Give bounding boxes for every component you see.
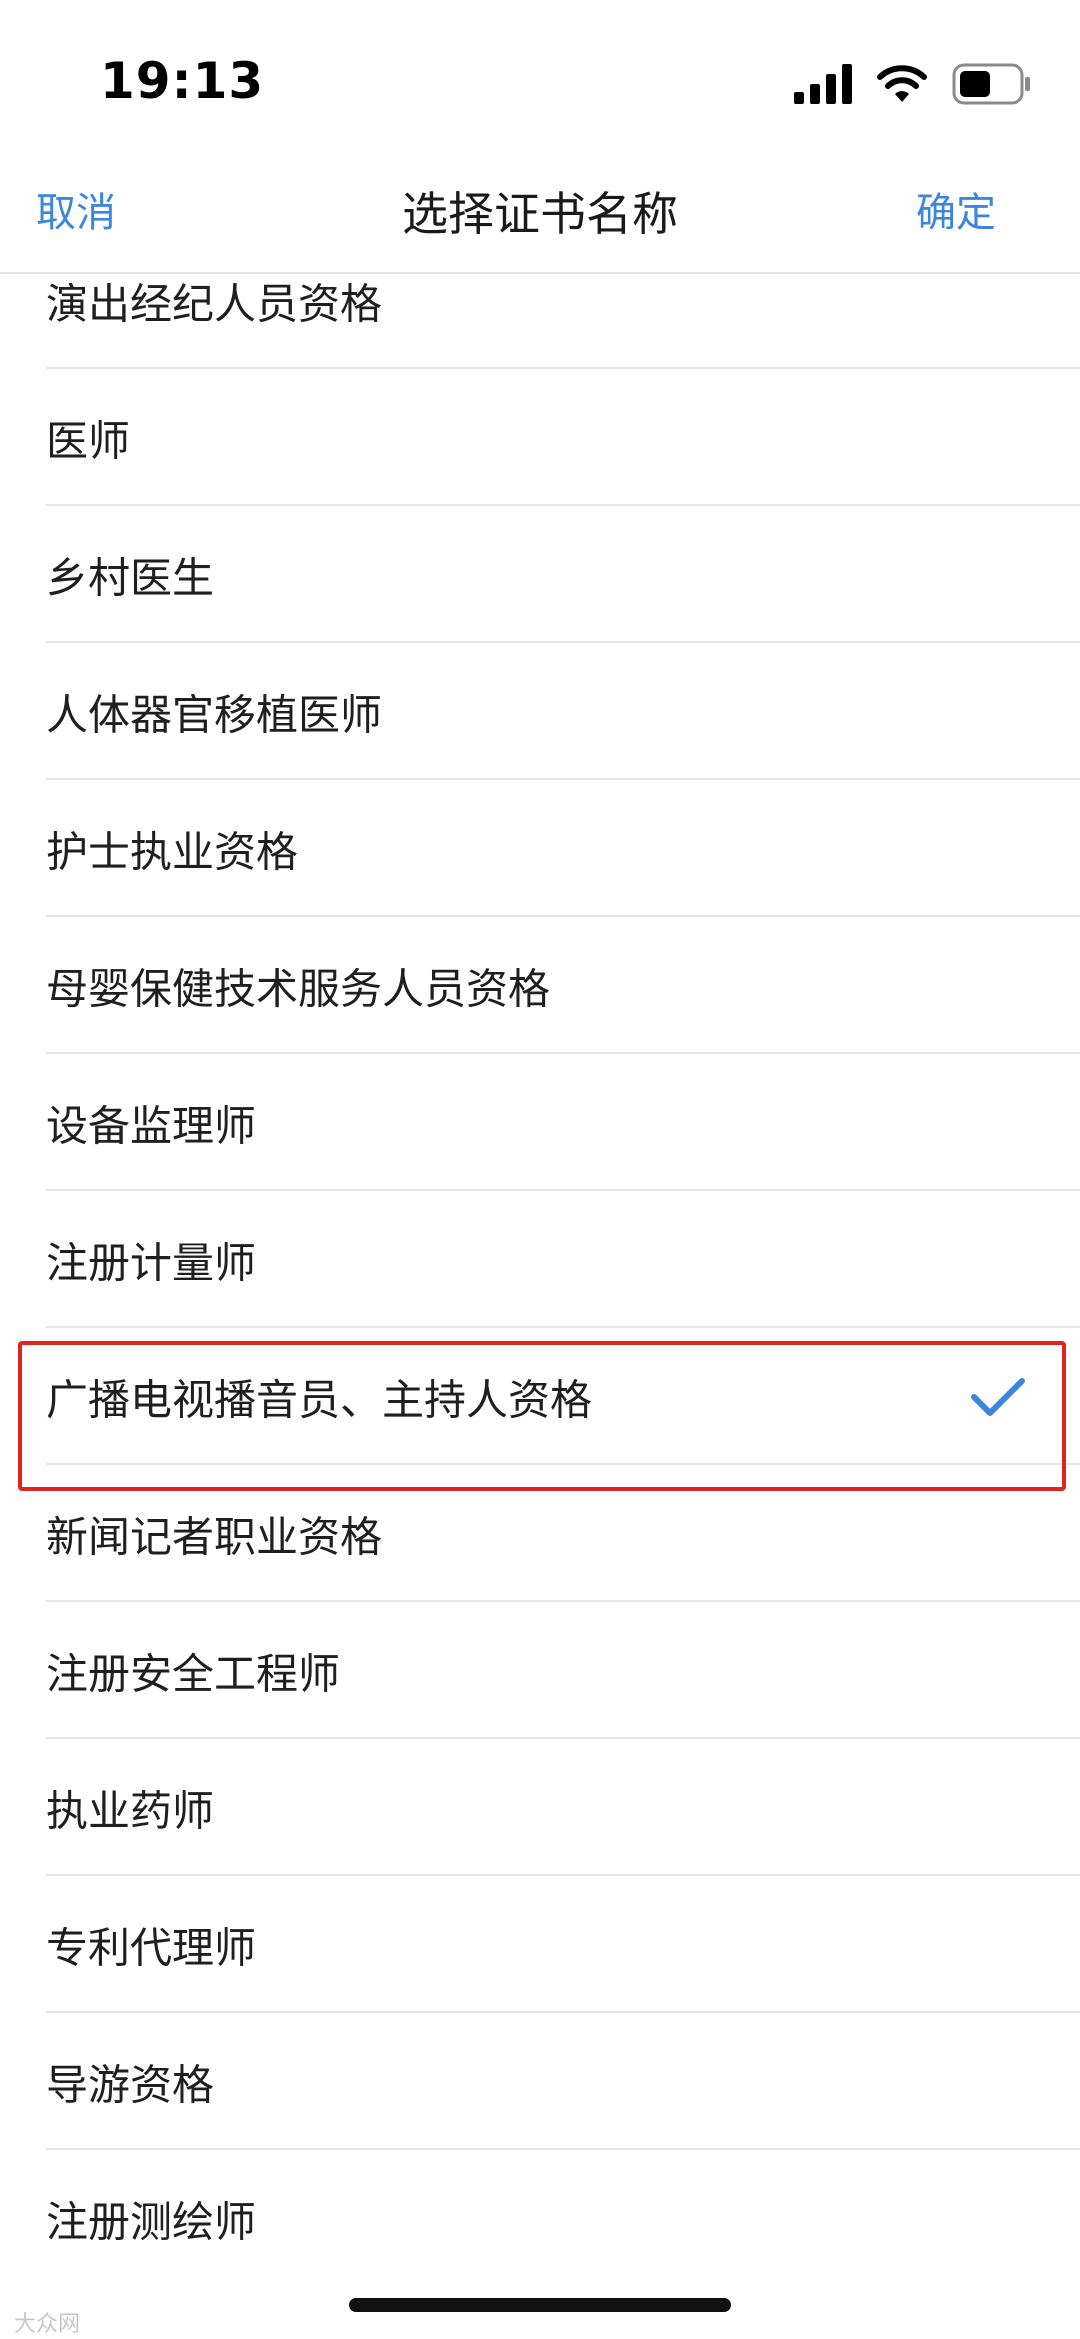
list-item[interactable]: 注册测绘师	[0, 2150, 1080, 2287]
list-item[interactable]: 演出经纪人员资格	[0, 232, 1080, 369]
signal-icon	[794, 64, 852, 104]
battery-icon	[952, 63, 1030, 105]
list-item[interactable]: 设备监理师	[0, 1054, 1080, 1191]
list-item-label: 专利代理师	[46, 1923, 257, 1972]
watermark: 大众网	[14, 2312, 81, 2337]
list-item[interactable]: 注册安全工程师	[0, 1602, 1080, 1739]
wifi-icon	[877, 65, 927, 102]
list-item[interactable]: 新闻记者职业资格	[0, 1465, 1080, 1602]
list-item[interactable]: 母婴保健技术服务人员资格	[0, 917, 1080, 1054]
list-item-label: 注册计量师	[46, 1238, 257, 1287]
list-item-label: 医师	[46, 416, 131, 465]
list-item-label: 注册测绘师	[46, 2197, 257, 2246]
list-item-label: 乡村医生	[46, 553, 215, 602]
list-item[interactable]: 专利代理师	[0, 1876, 1080, 2013]
list-item-label: 导游资格	[46, 2060, 215, 2109]
list-item[interactable]: 注册计量师	[0, 1191, 1080, 1328]
home-indicator[interactable]	[349, 2298, 731, 2312]
list-item[interactable]: 医师	[0, 369, 1080, 506]
status-bar: 19:13	[0, 0, 1080, 150]
list-item[interactable]: 执业药师	[0, 1739, 1080, 1876]
checkmark-icon	[971, 1377, 1025, 1416]
list-item-selected[interactable]: 广播电视播音员、主持人资格	[0, 1328, 1080, 1465]
list-item-label: 人体器官移植医师	[46, 690, 383, 739]
list-item-label: 母婴保健技术服务人员资格	[46, 964, 551, 1013]
list-item-label: 广播电视播音员、主持人资格	[46, 1375, 593, 1424]
list-item-label: 执业药师	[46, 1786, 215, 1835]
confirm-button[interactable]: 确定	[916, 180, 996, 238]
status-time: 19:13	[100, 52, 265, 110]
status-icons	[794, 62, 1032, 106]
list-item-label: 新闻记者职业资格	[46, 1512, 383, 1561]
list-item-label: 设备监理师	[46, 1101, 257, 1150]
list-item[interactable]: 乡村医生	[0, 506, 1080, 643]
list-item-label: 护士执业资格	[46, 827, 299, 876]
screen: 19:13 取消 选择证书名称 确定 演出经纪人员资格 医师 乡村医生 人体器官…	[0, 0, 1080, 2339]
list-item-label: 注册安全工程师	[46, 1649, 341, 1698]
list-item-label: 演出经纪人员资格	[46, 279, 383, 328]
list-item[interactable]: 护士执业资格	[0, 780, 1080, 917]
list-item[interactable]: 导游资格	[0, 2013, 1080, 2150]
list-item[interactable]: 人体器官移植医师	[0, 643, 1080, 780]
